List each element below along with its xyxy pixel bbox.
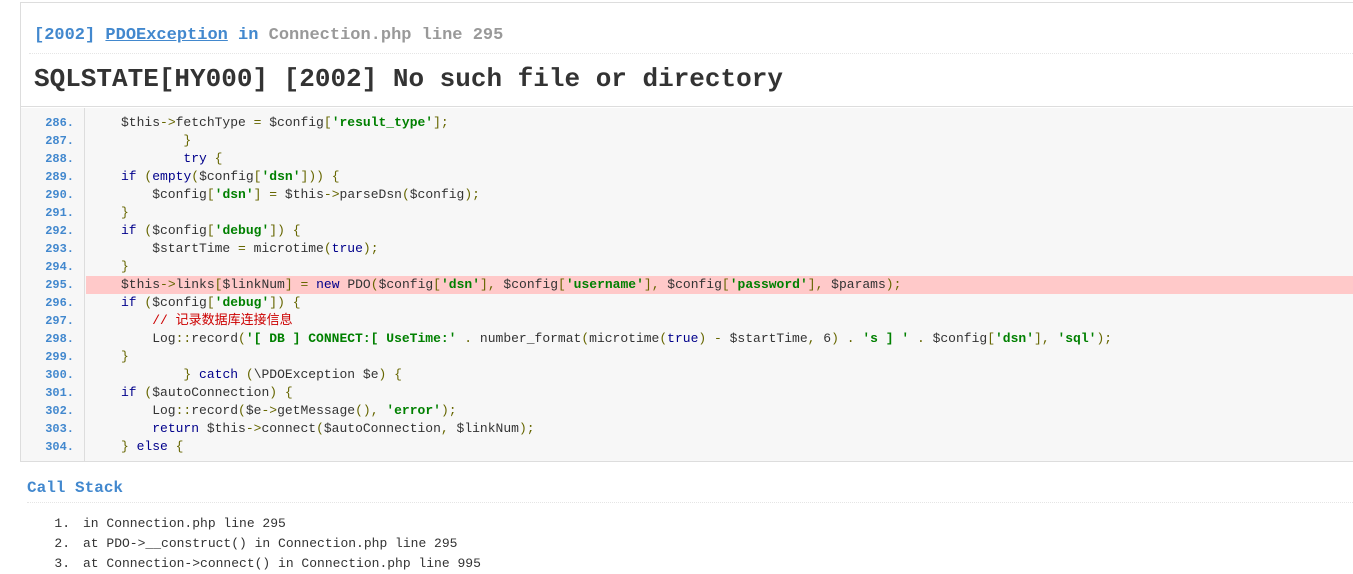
call-stack-text[interactable]: at PDO->__construct() in Connection.php … — [83, 534, 457, 554]
line-number: 291. — [45, 206, 74, 220]
line-number: 303. — [45, 422, 74, 436]
line-number: 300. — [45, 368, 74, 382]
code-line: 288. try { — [21, 150, 1353, 168]
code-text: try { — [183, 151, 223, 166]
code-text: $this->links[$linkNum] = new PDO($config… — [121, 277, 902, 292]
code-line: 298. Log::record('[ DB ] CONNECT:[ UseTi… — [21, 330, 1353, 348]
code-text: return $this->connect($autoConnection, $… — [152, 421, 535, 436]
line-number: 287. — [45, 134, 74, 148]
code-line: 287. } — [21, 132, 1353, 150]
code-text: Log::record($e->getMessage(), 'error'); — [121, 403, 457, 418]
call-stack-number: 2. — [54, 536, 70, 551]
code-line: 293. $startTime = microtime(true); — [21, 240, 1353, 258]
error-code: [2002] — [34, 26, 96, 45]
code-text: if ($config['debug']) { — [121, 223, 301, 238]
line-number: 290. — [45, 188, 74, 202]
line-number: 292. — [45, 224, 74, 238]
code-text: if ($config['debug']) { — [121, 295, 301, 310]
code-text: } — [121, 259, 129, 274]
code-text: } — [121, 205, 129, 220]
header-divider — [29, 53, 1353, 54]
in-word: in — [238, 26, 259, 45]
code-line: 292. if ($config['debug']) { — [21, 222, 1353, 240]
code-text: $startTime = microtime(true); — [121, 241, 379, 256]
code-line: 286. $this->fetchType = $config['result_t… — [21, 114, 1353, 132]
call-stack-text[interactable]: at Connection->connect() in Connection.p… — [83, 554, 481, 574]
line-number: 298. — [45, 332, 74, 346]
line-number: 289. — [45, 170, 74, 184]
code-text: Log::record('[ DB ] CONNECT:[ UseTime:' … — [121, 331, 1113, 346]
code-text: } — [183, 133, 192, 148]
code-line: 297. // 记录数据库连接信息 — [21, 312, 1353, 330]
code-line: 302. Log::record($e->getMessage(), 'erro… — [21, 402, 1353, 420]
line-number: 295. — [21, 276, 74, 294]
exception-panel: [2002] PDOException in Connection.php li… — [20, 2, 1353, 462]
code-line: 290. $config['dsn'] = $this->parseDsn($c… — [21, 186, 1353, 204]
call-stack-number: 1. — [54, 516, 70, 531]
code-text: } — [121, 349, 129, 364]
line-number: 299. — [45, 350, 74, 364]
line-number: 296. — [45, 296, 74, 310]
code-line: 301. if ($autoConnection) { — [21, 384, 1353, 402]
code-line: 291.} — [21, 204, 1353, 222]
code-text: } catch (\PDOException $e) { — [183, 367, 402, 382]
call-stack-title: Call Stack — [27, 479, 124, 497]
code-text: $this->fetchType = $config['result_type'… — [121, 115, 449, 130]
line-number: 293. — [45, 242, 74, 256]
source-code-block: 286. $this->fetchType = $config['result_t… — [21, 108, 1353, 461]
code-text: $config['dsn'] = $this->parseDsn($config… — [121, 187, 480, 202]
exception-location: [2002] PDOException in Connection.php li… — [34, 26, 503, 46]
call-stack-divider — [27, 502, 1353, 503]
code-line: 294.} — [21, 258, 1353, 276]
line-number: 301. — [45, 386, 74, 400]
code-line: 289. if (empty($config['dsn'])) { — [21, 168, 1353, 186]
code-text: } else { — [121, 439, 184, 454]
code-text: // 记录数据库连接信息 — [152, 313, 293, 328]
code-text: if ($autoConnection) { — [121, 385, 293, 400]
code-line: 303. return $this->connect($autoConnecti… — [21, 420, 1353, 438]
code-line: 300. } catch (\PDOException $e) { — [21, 366, 1353, 384]
code-line: 299.} — [21, 348, 1353, 366]
line-number: 286. — [45, 116, 74, 130]
line-number: 297. — [45, 314, 74, 328]
code-text: if (empty($config['dsn'])) { — [121, 169, 340, 184]
line-number: 294. — [45, 260, 74, 274]
line-number: 302. — [45, 404, 74, 418]
call-stack-text[interactable]: in Connection.php line 295 — [83, 514, 286, 534]
line-number: 288. — [45, 152, 74, 166]
exception-class-link[interactable]: PDOException — [105, 26, 227, 45]
call-stack-number: 3. — [54, 556, 70, 571]
code-line-highlighted: 295. $this->links[$linkNum] = new PDO($co… — [21, 276, 1353, 294]
exception-header: [2002] PDOException in Connection.php li… — [21, 3, 1353, 107]
code-line: 304. } else { — [21, 438, 1353, 456]
line-number: 304. — [45, 440, 74, 454]
exception-message: SQLSTATE[HY000] [2002] No such file or d… — [34, 64, 783, 94]
exception-file[interactable]: Connection.php line 295 — [269, 26, 504, 45]
code-line: 296. if ($config['debug']) { — [21, 294, 1353, 312]
